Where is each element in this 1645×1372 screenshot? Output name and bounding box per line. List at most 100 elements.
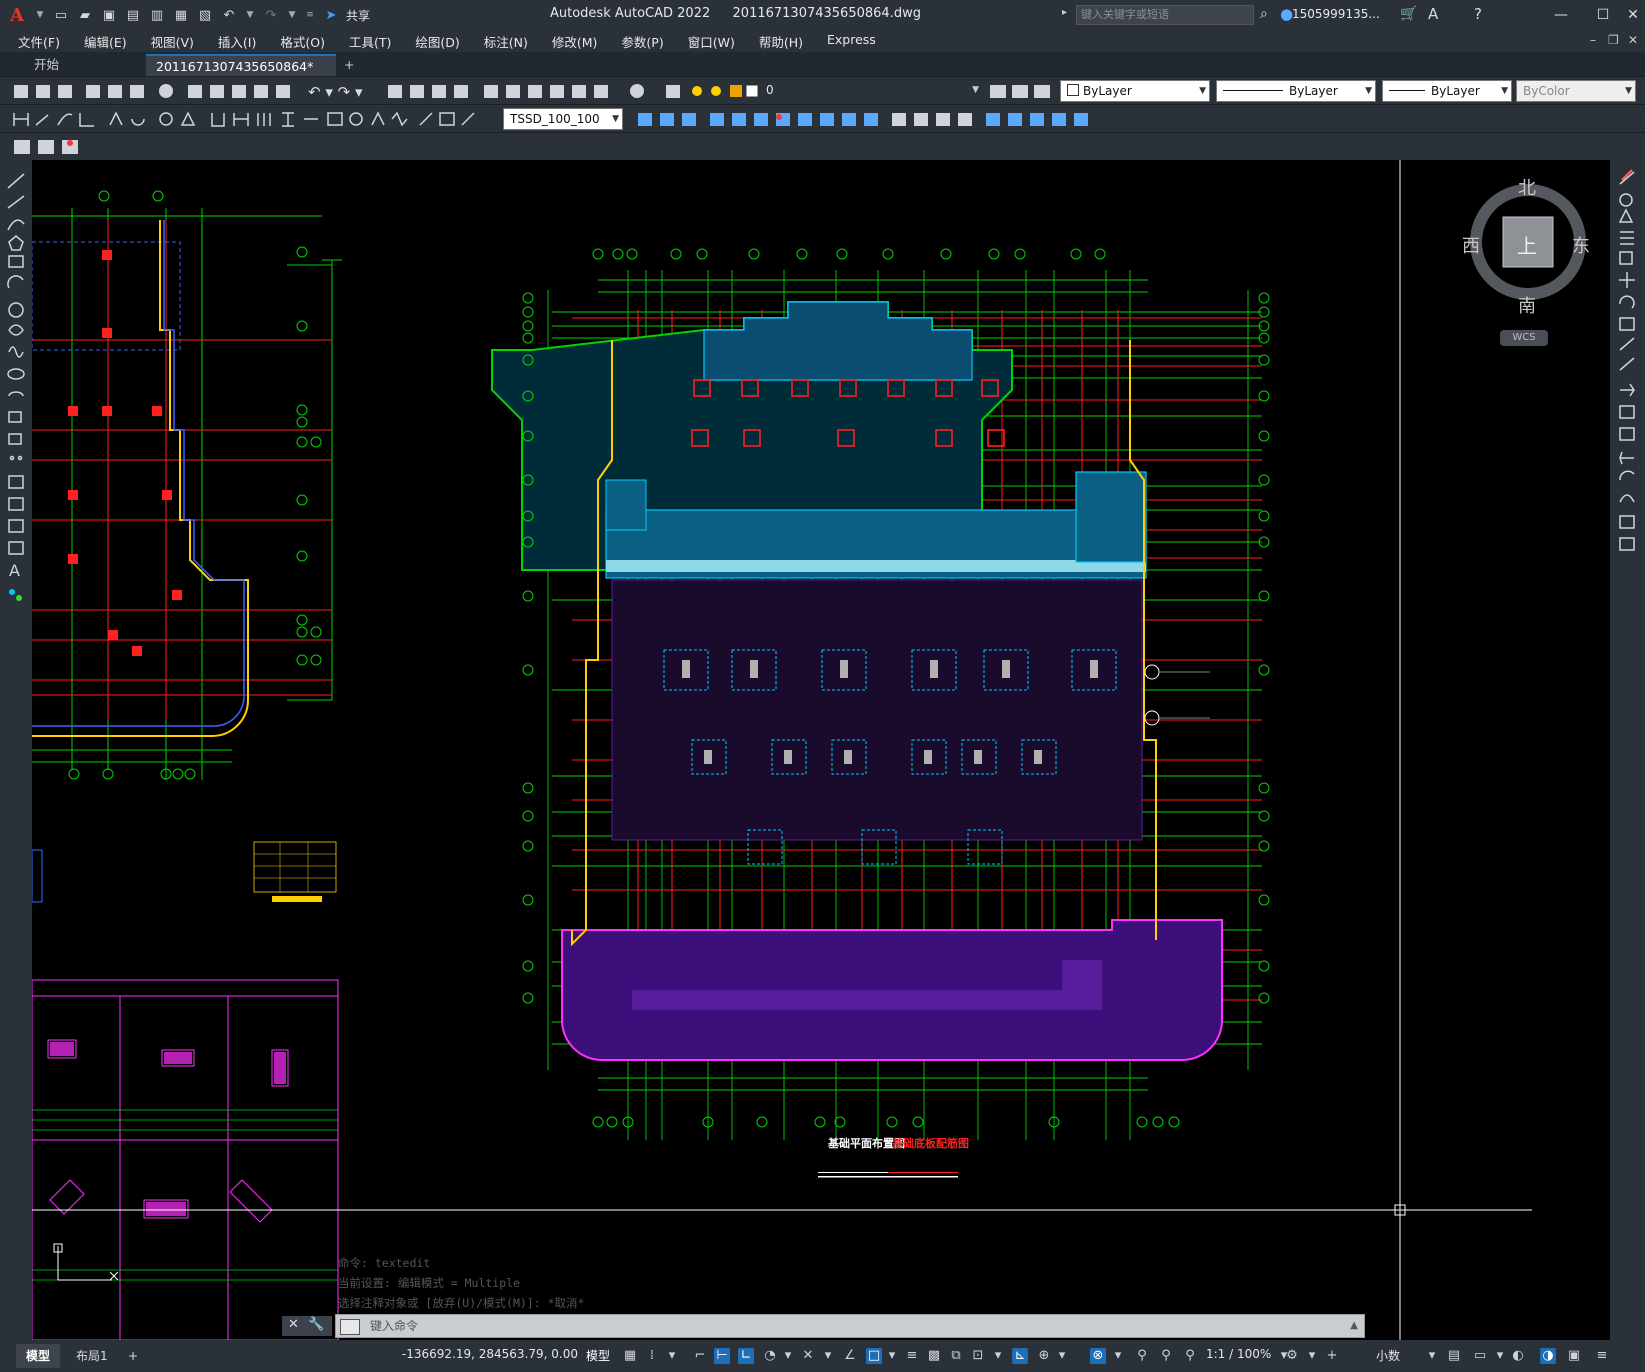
menu-item[interactable]: 绘图(D) — [415, 32, 459, 51]
customize-qat-icon[interactable]: ≡ — [304, 6, 316, 24]
layer-tools-icons[interactable] — [986, 77, 1058, 105]
web-mobile-icon[interactable]: ▥ — [148, 6, 166, 24]
minimize-icon[interactable]: — — [1548, 4, 1574, 26]
app-menu-button[interactable]: A — [6, 4, 28, 26]
clean-screen-icon[interactable]: ▣ — [1566, 1348, 1582, 1364]
polar-tracking-icon[interactable]: ◔ — [762, 1348, 778, 1364]
compass-east[interactable]: 东 — [1572, 232, 1590, 258]
chevron-down-icon[interactable]: ▼ — [34, 6, 46, 24]
viewcube[interactable]: 北 南 东 西 上 — [1462, 178, 1590, 317]
share-label[interactable]: 共享 — [346, 7, 370, 24]
hardware-acceleration-icon[interactable]: ◑ — [1540, 1348, 1556, 1364]
dimension-tools-icons[interactable] — [0, 105, 500, 133]
gizmo-icon[interactable]: ⊗ — [1090, 1348, 1106, 1364]
auto-scale-icon[interactable]: ⚲ — [1158, 1348, 1174, 1364]
modify-side-icons[interactable] — [1610, 160, 1645, 570]
annotation-monitor-icon[interactable]: + — [1324, 1348, 1340, 1364]
redo-icon[interactable]: ↷ — [262, 6, 280, 24]
units-readout[interactable]: 小数 — [1376, 1347, 1400, 1364]
search-icon[interactable]: ⌕ — [1260, 6, 1268, 22]
open-folder-icon[interactable]: ▰ — [76, 6, 94, 24]
doc-restore-icon[interactable]: ❐ — [1608, 33, 1619, 47]
wcs-menu[interactable]: WCS — [1500, 330, 1548, 346]
menu-item[interactable]: 插入(I) — [218, 32, 256, 51]
graphics-performance-icon[interactable]: ▭ — [1472, 1348, 1488, 1364]
plotstyle-dropdown[interactable]: ByColor ▼ — [1516, 80, 1636, 102]
menu-item[interactable]: 参数(P) — [621, 32, 663, 51]
extra-tools-icons[interactable] — [0, 133, 90, 161]
object-snap-tracking-icon[interactable]: ∠ — [842, 1348, 858, 1364]
snap-icon[interactable]: ⁞ — [644, 1348, 660, 1364]
linetype-dropdown[interactable]: ByLayer ▼ — [1216, 80, 1376, 102]
command-close-icon[interactable]: ✕ — [288, 1317, 299, 1332]
search-input[interactable]: 键入关键字或短语 — [1076, 5, 1254, 25]
draw-tools-icons[interactable]: A — [0, 160, 32, 620]
annotation-scale[interactable]: 1:1 / 100% — [1206, 1347, 1271, 1361]
doc-close-icon[interactable]: ✕ — [1628, 33, 1638, 47]
model-space-toggle[interactable]: 模型 — [586, 1347, 610, 1364]
snap-dropdown-icon[interactable]: ▾ — [664, 1348, 680, 1364]
close-icon[interactable]: ✕ — [1620, 4, 1645, 26]
quick-properties-icon[interactable]: ▤ — [1446, 1348, 1462, 1364]
compass-west[interactable]: 西 — [1462, 232, 1480, 258]
workspace-dropdown-icon[interactable]: ▾ — [1304, 1348, 1320, 1364]
menu-item[interactable]: 帮助(H) — [759, 32, 803, 51]
menu-item[interactable]: 修改(M) — [552, 32, 598, 51]
save-icon[interactable]: ▣ — [100, 6, 118, 24]
layer-state-icons[interactable] — [662, 77, 760, 105]
isometric-icon[interactable]: ✕ — [800, 1348, 816, 1364]
annotation-visibility-icon[interactable]: ⚲ — [1134, 1348, 1150, 1364]
new-tab-button[interactable]: + — [334, 54, 364, 76]
3d-osnap-icon[interactable]: ⊡ — [970, 1348, 986, 1364]
tab-layout1[interactable]: 布局1 — [66, 1344, 118, 1368]
3d-osnap-dropdown-icon[interactable]: ▾ — [990, 1348, 1006, 1364]
isometric-dropdown-icon[interactable]: ▾ — [820, 1348, 836, 1364]
color-dropdown[interactable]: ByLayer ▼ — [1060, 80, 1210, 102]
maximize-icon[interactable]: ☐ — [1590, 4, 1616, 26]
save-as-icon[interactable]: ▤ — [124, 6, 142, 24]
infer-constraints-icon[interactable]: ⌐ — [692, 1348, 708, 1364]
command-input[interactable]: 键入命令 ▲ — [335, 1314, 1365, 1338]
grid-icon[interactable]: ▦ — [622, 1348, 638, 1364]
standard-toolbar-icons[interactable]: ↶ ▾ ↷ ▾ — [0, 77, 660, 105]
menu-item[interactable]: 工具(T) — [349, 32, 391, 51]
menu-item[interactable]: 编辑(E) — [84, 32, 127, 51]
coordinate-readout[interactable]: -136692.19, 284563.79, 0.00 — [398, 1347, 578, 1361]
osnap-dropdown-icon[interactable]: ▾ — [884, 1348, 900, 1364]
menu-item[interactable]: 标注(N) — [484, 32, 528, 51]
dynamic-ucs-icon[interactable]: ⊾ — [1012, 1348, 1028, 1364]
drawing-canvas[interactable]: 基础平面布置图 基础底板配筋图 — [32, 160, 1610, 1340]
filter-dropdown-icon[interactable]: ▾ — [1054, 1348, 1070, 1364]
menu-item[interactable]: 文件(F) — [18, 32, 60, 51]
autodesk-a360-icon[interactable]: A — [1428, 5, 1438, 23]
annotation-scale-icon[interactable]: ⚲ — [1182, 1348, 1198, 1364]
user-name[interactable]: 1505999135... — [1292, 7, 1380, 21]
isolate-objects-icon[interactable]: ◐ — [1510, 1348, 1526, 1364]
doc-minimize-icon[interactable]: – — [1590, 33, 1596, 47]
layer-dropdown[interactable]: 0 ▼ — [760, 80, 982, 102]
modify-tools-icons[interactable] — [628, 105, 1148, 133]
polar-dropdown-icon[interactable]: ▾ — [780, 1348, 796, 1364]
transparency-icon[interactable]: ▩ — [926, 1348, 942, 1364]
object-snap-icon[interactable]: □ — [866, 1348, 882, 1364]
selection-filter-icon[interactable]: ⊕ — [1036, 1348, 1052, 1364]
selection-cycling-icon[interactable]: ⧉ — [948, 1348, 964, 1364]
compass-north[interactable]: 北 — [1518, 174, 1536, 200]
help-icon[interactable]: ? — [1474, 5, 1482, 23]
cart-icon[interactable]: 🛒 — [1400, 6, 1417, 22]
command-prompt-icon[interactable] — [340, 1319, 360, 1335]
export-icon[interactable]: ▦ — [172, 6, 190, 24]
lineweight-icon[interactable]: ≡ — [904, 1348, 920, 1364]
lineweight-dropdown[interactable]: ByLayer ▼ — [1382, 80, 1512, 102]
compass-south[interactable]: 南 — [1518, 292, 1536, 318]
graphics-dropdown-icon[interactable]: ▾ — [1492, 1348, 1508, 1364]
menu-item[interactable]: 窗口(W) — [688, 32, 735, 51]
undo-icon[interactable]: ↶ — [220, 6, 238, 24]
dynamic-input-icon[interactable]: ⊢ — [714, 1348, 730, 1364]
share-icon[interactable]: ➤ — [322, 6, 340, 24]
menu-item[interactable]: 视图(V) — [151, 32, 194, 51]
units-dropdown-icon[interactable]: ▾ — [1424, 1348, 1440, 1364]
undo-dropdown-icon[interactable]: ▼ — [244, 6, 256, 24]
print-icon[interactable]: ▧ — [196, 6, 214, 24]
new-file-icon[interactable]: ▭ — [52, 6, 70, 24]
